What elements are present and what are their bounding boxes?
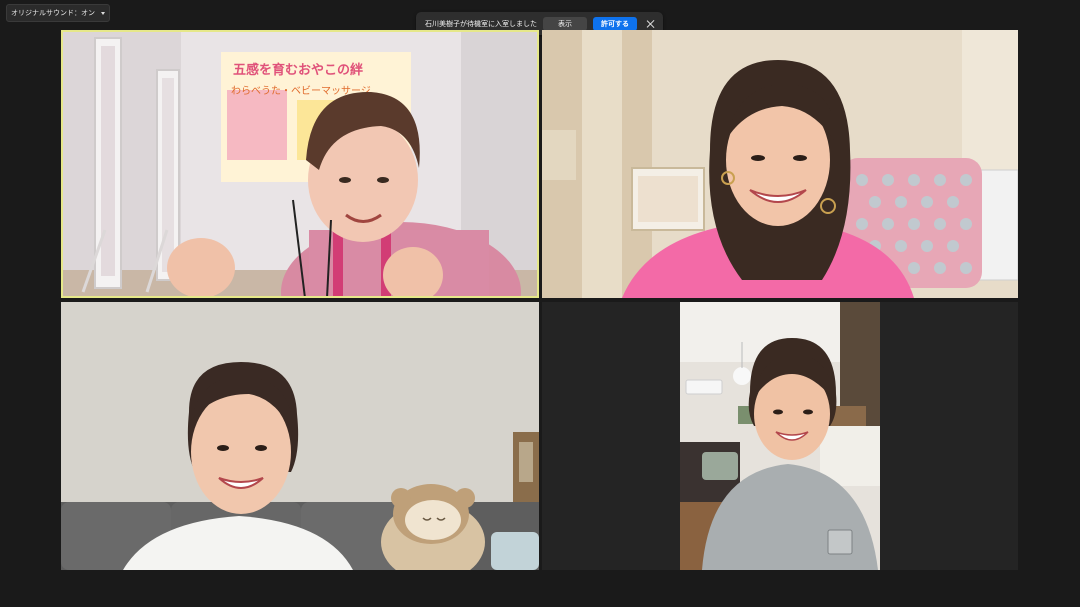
participant-4-video <box>680 302 880 570</box>
participant-4-camera <box>680 302 880 570</box>
chevron-down-icon[interactable] <box>101 11 105 15</box>
participant-3-video <box>61 302 539 570</box>
admit-button[interactable]: 許可する <box>593 16 637 31</box>
video-tile-participant-3[interactable] <box>61 302 539 570</box>
video-tile-participant-1[interactable]: 五感を育むおやこの絆 わらべうた・ベビーマッサージ <box>61 30 539 298</box>
video-tile-participant-2[interactable] <box>542 30 1018 298</box>
participant-1-video: 五感を育むおやこの絆 わらべうた・ベビーマッサージ <box>61 30 539 298</box>
original-sound-label: オリジナルサウンド：オン <box>11 9 95 17</box>
participant-2-video <box>542 30 1018 298</box>
meeting-window: オリジナルサウンド：オン 石川美樹子が待機室に入室しました 表示 許可する 五感… <box>0 0 1080 607</box>
notification-message: 石川美樹子が待機室に入室しました <box>425 19 537 28</box>
original-sound-toggle[interactable]: オリジナルサウンド：オン <box>6 4 110 22</box>
poster-title: 五感を育むおやこの絆 <box>233 62 363 78</box>
view-button[interactable]: 表示 <box>543 16 587 31</box>
close-icon[interactable] <box>645 18 657 30</box>
video-tile-participant-4[interactable] <box>542 302 1018 570</box>
